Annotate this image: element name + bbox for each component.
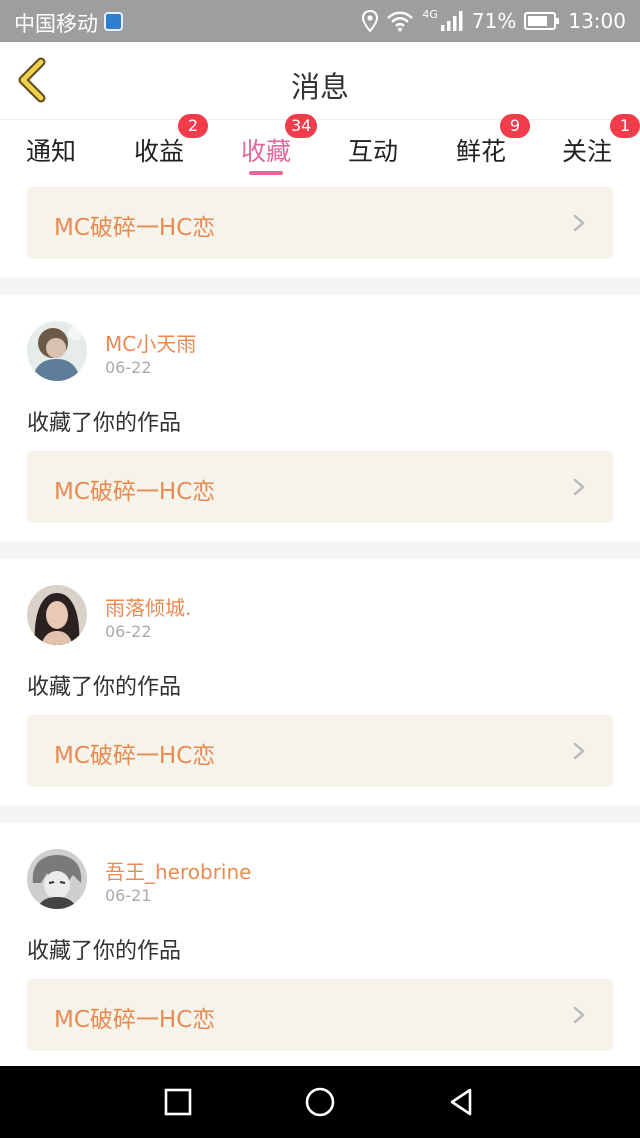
- carrier-name: 中国移动: [14, 12, 98, 36]
- system-nav-bar: [0, 1066, 640, 1138]
- chevron-right-icon: [573, 742, 585, 760]
- avatar[interactable]: [27, 321, 87, 381]
- avatar-image: [27, 585, 87, 645]
- active-tab-indicator: [249, 171, 283, 175]
- avatar[interactable]: [27, 849, 87, 909]
- recents-button[interactable]: [162, 1086, 194, 1118]
- chevron-right-icon: [573, 214, 585, 232]
- square-icon: [164, 1088, 192, 1116]
- tab-favorites[interactable]: 收藏 34: [241, 114, 318, 168]
- tab-label: 鲜花: [456, 137, 507, 166]
- home-button[interactable]: [304, 1086, 336, 1118]
- message-text: 收藏了你的作品: [27, 411, 182, 436]
- tab-interactions[interactable]: 互动: [348, 132, 398, 168]
- tab-follows[interactable]: 关注 1: [562, 114, 640, 168]
- shield-icon: [104, 12, 123, 31]
- user-name[interactable]: 雨落倾城.: [105, 592, 191, 621]
- tab-earnings[interactable]: 收益 2: [134, 114, 208, 168]
- circle-icon: [305, 1087, 335, 1117]
- message-date: 06-22: [105, 622, 152, 641]
- network-type: 4G: [422, 8, 438, 21]
- user-name[interactable]: MC小天雨: [105, 328, 196, 357]
- triangle-back-icon: [450, 1088, 472, 1116]
- work-title: MC破碎一HC恋: [54, 215, 216, 241]
- battery-percent: 71%: [471, 9, 517, 33]
- work-title: MC破碎一HC恋: [54, 1007, 216, 1033]
- back-nav-button[interactable]: [446, 1086, 478, 1118]
- message-text: 收藏了你的作品: [27, 939, 182, 964]
- user-name[interactable]: 吾王_herobrine: [105, 856, 251, 885]
- avatar-image: [27, 321, 87, 381]
- chevron-right-icon: [573, 478, 585, 496]
- section-divider: [0, 277, 640, 295]
- signal-icon: [440, 11, 463, 31]
- clock: 13:00: [568, 9, 626, 33]
- tab-bar: 通知 收益 2 收藏 34 互动 鲜花 9 关注 1: [0, 114, 640, 180]
- unread-badge: 34: [285, 114, 318, 138]
- status-bar: 中国移动 4G 71% 13:00: [0, 0, 640, 42]
- section-divider: [0, 805, 640, 823]
- message-date: 06-22: [105, 358, 152, 377]
- unread-badge: 1: [610, 114, 640, 138]
- work-link-card[interactable]: MC破碎一HC恋: [27, 187, 613, 259]
- message-text: 收藏了你的作品: [27, 675, 182, 700]
- tab-label: 互动: [348, 137, 399, 166]
- unread-badge: 2: [178, 114, 208, 138]
- tab-label: 通知: [26, 137, 77, 166]
- section-divider: [0, 541, 640, 559]
- status-indicators: 4G 71% 13:00: [362, 8, 626, 34]
- tab-label: 收益: [134, 137, 185, 166]
- page-title: 消息: [290, 70, 349, 104]
- chevron-right-icon: [573, 1006, 585, 1024]
- header: 消息: [0, 42, 640, 120]
- message-date: 06-21: [105, 886, 152, 905]
- work-link-card[interactable]: MC破碎一HC恋: [27, 715, 613, 787]
- work-link-card[interactable]: MC破碎一HC恋: [27, 451, 613, 523]
- tab-notifications[interactable]: 通知: [26, 132, 76, 168]
- unread-badge: 9: [500, 114, 530, 138]
- work-title: MC破碎一HC恋: [54, 479, 216, 505]
- tab-label: 关注: [562, 137, 613, 166]
- work-link-card[interactable]: MC破碎一HC恋: [27, 979, 613, 1051]
- tab-label: 收藏: [241, 137, 292, 166]
- avatar-image: [27, 849, 87, 909]
- work-title: MC破碎一HC恋: [54, 743, 216, 769]
- avatar[interactable]: [27, 585, 87, 645]
- battery-icon: [524, 12, 560, 30]
- tab-flowers[interactable]: 鲜花 9: [456, 114, 530, 168]
- location-icon: [362, 10, 379, 32]
- wifi-icon: [387, 11, 414, 32]
